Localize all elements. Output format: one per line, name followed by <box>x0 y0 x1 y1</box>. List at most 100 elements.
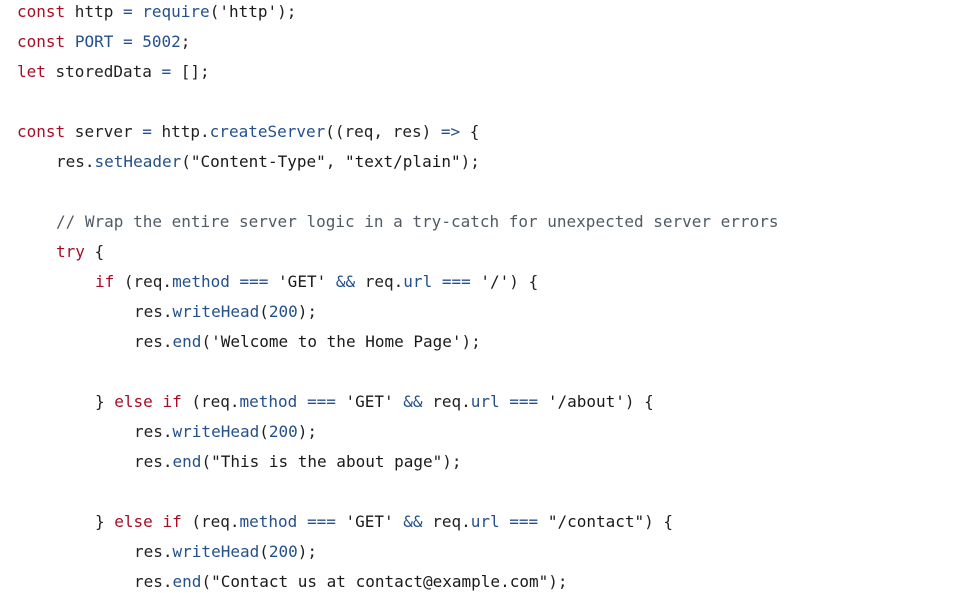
operator-token: === <box>306 392 336 411</box>
keyword-token: if <box>162 392 182 411</box>
code-line: res.setHeader("Content-Type", "text/plai… <box>56 147 480 177</box>
plain-token: , <box>325 152 345 171</box>
code-line: } else if (req.method === 'GET' && req.u… <box>95 387 654 417</box>
plain-token: ); <box>548 572 568 591</box>
string-token: 'GET' <box>278 272 327 291</box>
function-token: end <box>172 572 202 591</box>
keyword-token: const <box>17 122 66 141</box>
keyword-token: if <box>162 512 182 531</box>
plain-token: ) { <box>509 272 539 291</box>
plain-token: ( <box>201 572 212 591</box>
function-token: end <box>172 332 202 351</box>
plain-token: res. <box>134 452 173 471</box>
keyword-token: const <box>17 32 66 51</box>
property-token: method <box>239 392 298 411</box>
plain-token: ); <box>461 332 481 351</box>
keyword-token: else <box>114 512 153 531</box>
comment-token: // Wrap the entire server logic in a try… <box>56 212 779 231</box>
operator-token: = <box>122 2 133 21</box>
code-line: const PORT = 5002; <box>17 27 190 57</box>
number-token: 5002 <box>142 32 181 51</box>
plain-token: ( <box>259 302 269 321</box>
plain-token: ) { <box>624 392 654 411</box>
plain-token: ( <box>181 152 191 171</box>
string-token: "Content-Type" <box>190 152 326 171</box>
operator-token: = <box>142 122 152 141</box>
code-line: res.end('Welcome to the Home Page'); <box>134 327 481 357</box>
plain-token: ); <box>277 2 297 21</box>
property-token: url <box>470 512 500 531</box>
code-line: let storedData = []; <box>17 57 210 87</box>
plain-token: (req. <box>181 392 240 411</box>
operator-token: === <box>441 272 471 291</box>
operator-token: === <box>509 392 539 411</box>
plain-token: ); <box>297 542 318 561</box>
function-token: require <box>142 2 210 21</box>
plain-token: res. <box>56 152 95 171</box>
plain-token: ((req, res) <box>325 122 441 141</box>
plain-token: ; <box>180 32 191 51</box>
keyword-token: else <box>114 392 153 411</box>
plain-token: res. <box>134 332 173 351</box>
operator-token: === <box>509 512 539 531</box>
code-line: res.writeHead(200); <box>134 417 317 447</box>
plain-token: ( <box>259 542 269 561</box>
plain-token: ( <box>201 452 212 471</box>
code-line: res.end("This is the about page"); <box>134 447 462 477</box>
property-token: PORT <box>74 32 114 51</box>
string-token: "/contact" <box>547 512 645 531</box>
operator-token: && <box>335 272 356 291</box>
function-token: createServer <box>209 122 326 141</box>
plain-token: ( <box>209 2 220 21</box>
number-token: 200 <box>268 422 298 441</box>
plain-token: []; <box>171 62 210 81</box>
operator-token: && <box>403 392 423 411</box>
property-token: url <box>470 392 500 411</box>
property-token: method <box>239 512 298 531</box>
keyword-token: try <box>56 242 85 261</box>
plain-token: res. <box>134 422 173 441</box>
function-token: writeHead <box>172 302 260 321</box>
string-token: "This is the about page" <box>211 452 443 471</box>
code-line: // Wrap the entire server logic in a try… <box>56 207 778 237</box>
plain-token: ); <box>297 422 318 441</box>
string-token: 'GET' <box>345 512 394 531</box>
code-view[interactable]: const http = require('http'); const PORT … <box>0 0 966 593</box>
plain-token: res. <box>134 542 173 561</box>
plain-token: http. <box>151 122 210 141</box>
keyword-token: let <box>17 62 46 81</box>
plain-token: ); <box>297 302 318 321</box>
plain-token: req. <box>422 392 471 411</box>
plain-token: ); <box>460 152 480 171</box>
plain-token: res. <box>134 302 173 321</box>
plain-token: { <box>84 242 105 261</box>
code-line: } else if (req.method === 'GET' && req.u… <box>95 507 673 537</box>
property-token: url <box>403 272 433 291</box>
function-token: setHeader <box>94 152 182 171</box>
operator-token: = <box>122 32 133 51</box>
plain-token: ) { <box>644 512 674 531</box>
code-line: const http = require('http'); <box>17 0 296 27</box>
plain-token: storedData <box>45 62 162 81</box>
string-token: "Contact us at contact@example.com" <box>211 572 549 591</box>
number-token: 200 <box>268 542 298 561</box>
plain-token: (req. <box>181 512 240 531</box>
number-token: 200 <box>268 302 298 321</box>
plain-token: } <box>95 392 115 411</box>
operator-token: === <box>306 512 336 531</box>
string-token: '/about' <box>547 392 625 411</box>
code-line: try { <box>56 237 104 267</box>
code-line: if (req.method === 'GET' && req.url === … <box>95 267 538 297</box>
code-line: res.end("Contact us at contact@example.c… <box>134 567 568 593</box>
